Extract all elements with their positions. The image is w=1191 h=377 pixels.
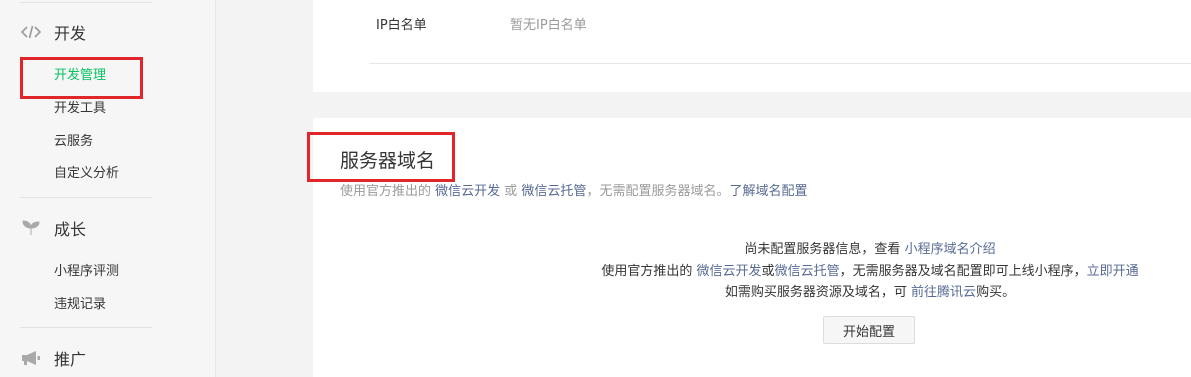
- ip-whitelist-card: IP白名单 暂无IP白名单: [313, 0, 1191, 92]
- empty-text: 或: [761, 264, 775, 279]
- empty-text: 尚未配置服务器信息，查看: [744, 242, 905, 257]
- desc-text: 或: [500, 184, 522, 199]
- sidebar-section-promote[interactable]: 推广: [20, 346, 86, 370]
- wechat-cloud-host-link[interactable]: 微信云托管: [775, 264, 840, 279]
- sidebar-section-grow[interactable]: 成长: [20, 216, 86, 240]
- wechat-cloud-dev-link[interactable]: 微信云开发: [697, 264, 762, 279]
- ip-whitelist-label: IP白名单: [376, 18, 427, 33]
- sidebar-item-cloud-service[interactable]: 云服务: [54, 133, 93, 151]
- empty-text: 购买。: [976, 285, 1016, 300]
- desc-text: ，无需配置服务器域名。: [586, 184, 730, 199]
- sidebar-divider: [20, 197, 152, 198]
- sidebar-item-dev-tools[interactable]: 开发工具: [54, 100, 106, 118]
- ip-whitelist-value: 暂无IP白名单: [510, 18, 587, 33]
- empty-state-line-2: 使用官方推出的 微信云开发或微信云托管，无需服务器及域名配置即可上线小程序，立即…: [560, 260, 1180, 279]
- sidebar-section-develop-title: 开发: [54, 24, 87, 43]
- tencent-cloud-link[interactable]: 前往腾讯云: [911, 285, 976, 300]
- sidebar-section-develop[interactable]: 开发: [20, 20, 86, 44]
- desc-text: 使用官方推出的: [340, 184, 436, 199]
- wechat-cloud-dev-link[interactable]: 微信云开发: [435, 184, 500, 199]
- empty-state-line-3: 如需购买服务器资源及域名，可 前往腾讯云购买。: [560, 281, 1180, 300]
- empty-text: 如需购买服务器资源及域名，可: [724, 285, 912, 300]
- highlight-box: [20, 57, 143, 99]
- sidebar-divider: [20, 2, 152, 3]
- sidebar-section-grow-title: 成长: [54, 220, 87, 239]
- sidebar-item-custom-analysis[interactable]: 自定义分析: [54, 165, 119, 183]
- server-domain-description: 使用官方推出的 微信云开发 或 微信云托管，无需配置服务器域名。了解域名配置: [340, 180, 807, 199]
- empty-text: ，无需服务器及域名配置即可上线小程序，: [839, 264, 1087, 279]
- activate-now-link[interactable]: 立即开通: [1087, 264, 1139, 279]
- sidebar-item-evaluation[interactable]: 小程序评测: [54, 263, 119, 281]
- row-divider: [369, 63, 1191, 64]
- sidebar-divider: [20, 327, 152, 328]
- domain-intro-link[interactable]: 小程序域名介绍: [905, 242, 996, 257]
- learn-domain-config-link[interactable]: 了解域名配置: [729, 184, 807, 199]
- sidebar-section-promote-title: 推广: [54, 350, 87, 369]
- code-icon: [20, 23, 42, 41]
- sidebar-item-violation-records[interactable]: 违规记录: [54, 296, 106, 314]
- start-config-button[interactable]: 开始配置: [823, 316, 915, 344]
- empty-text: 使用官方推出的: [601, 264, 697, 279]
- sprout-icon: [20, 219, 42, 237]
- megaphone-icon: [20, 349, 42, 367]
- empty-state-line-1: 尚未配置服务器信息，查看 小程序域名介绍: [560, 238, 1180, 257]
- wechat-cloud-host-link[interactable]: 微信云托管: [521, 184, 586, 199]
- highlight-box: [307, 132, 455, 182]
